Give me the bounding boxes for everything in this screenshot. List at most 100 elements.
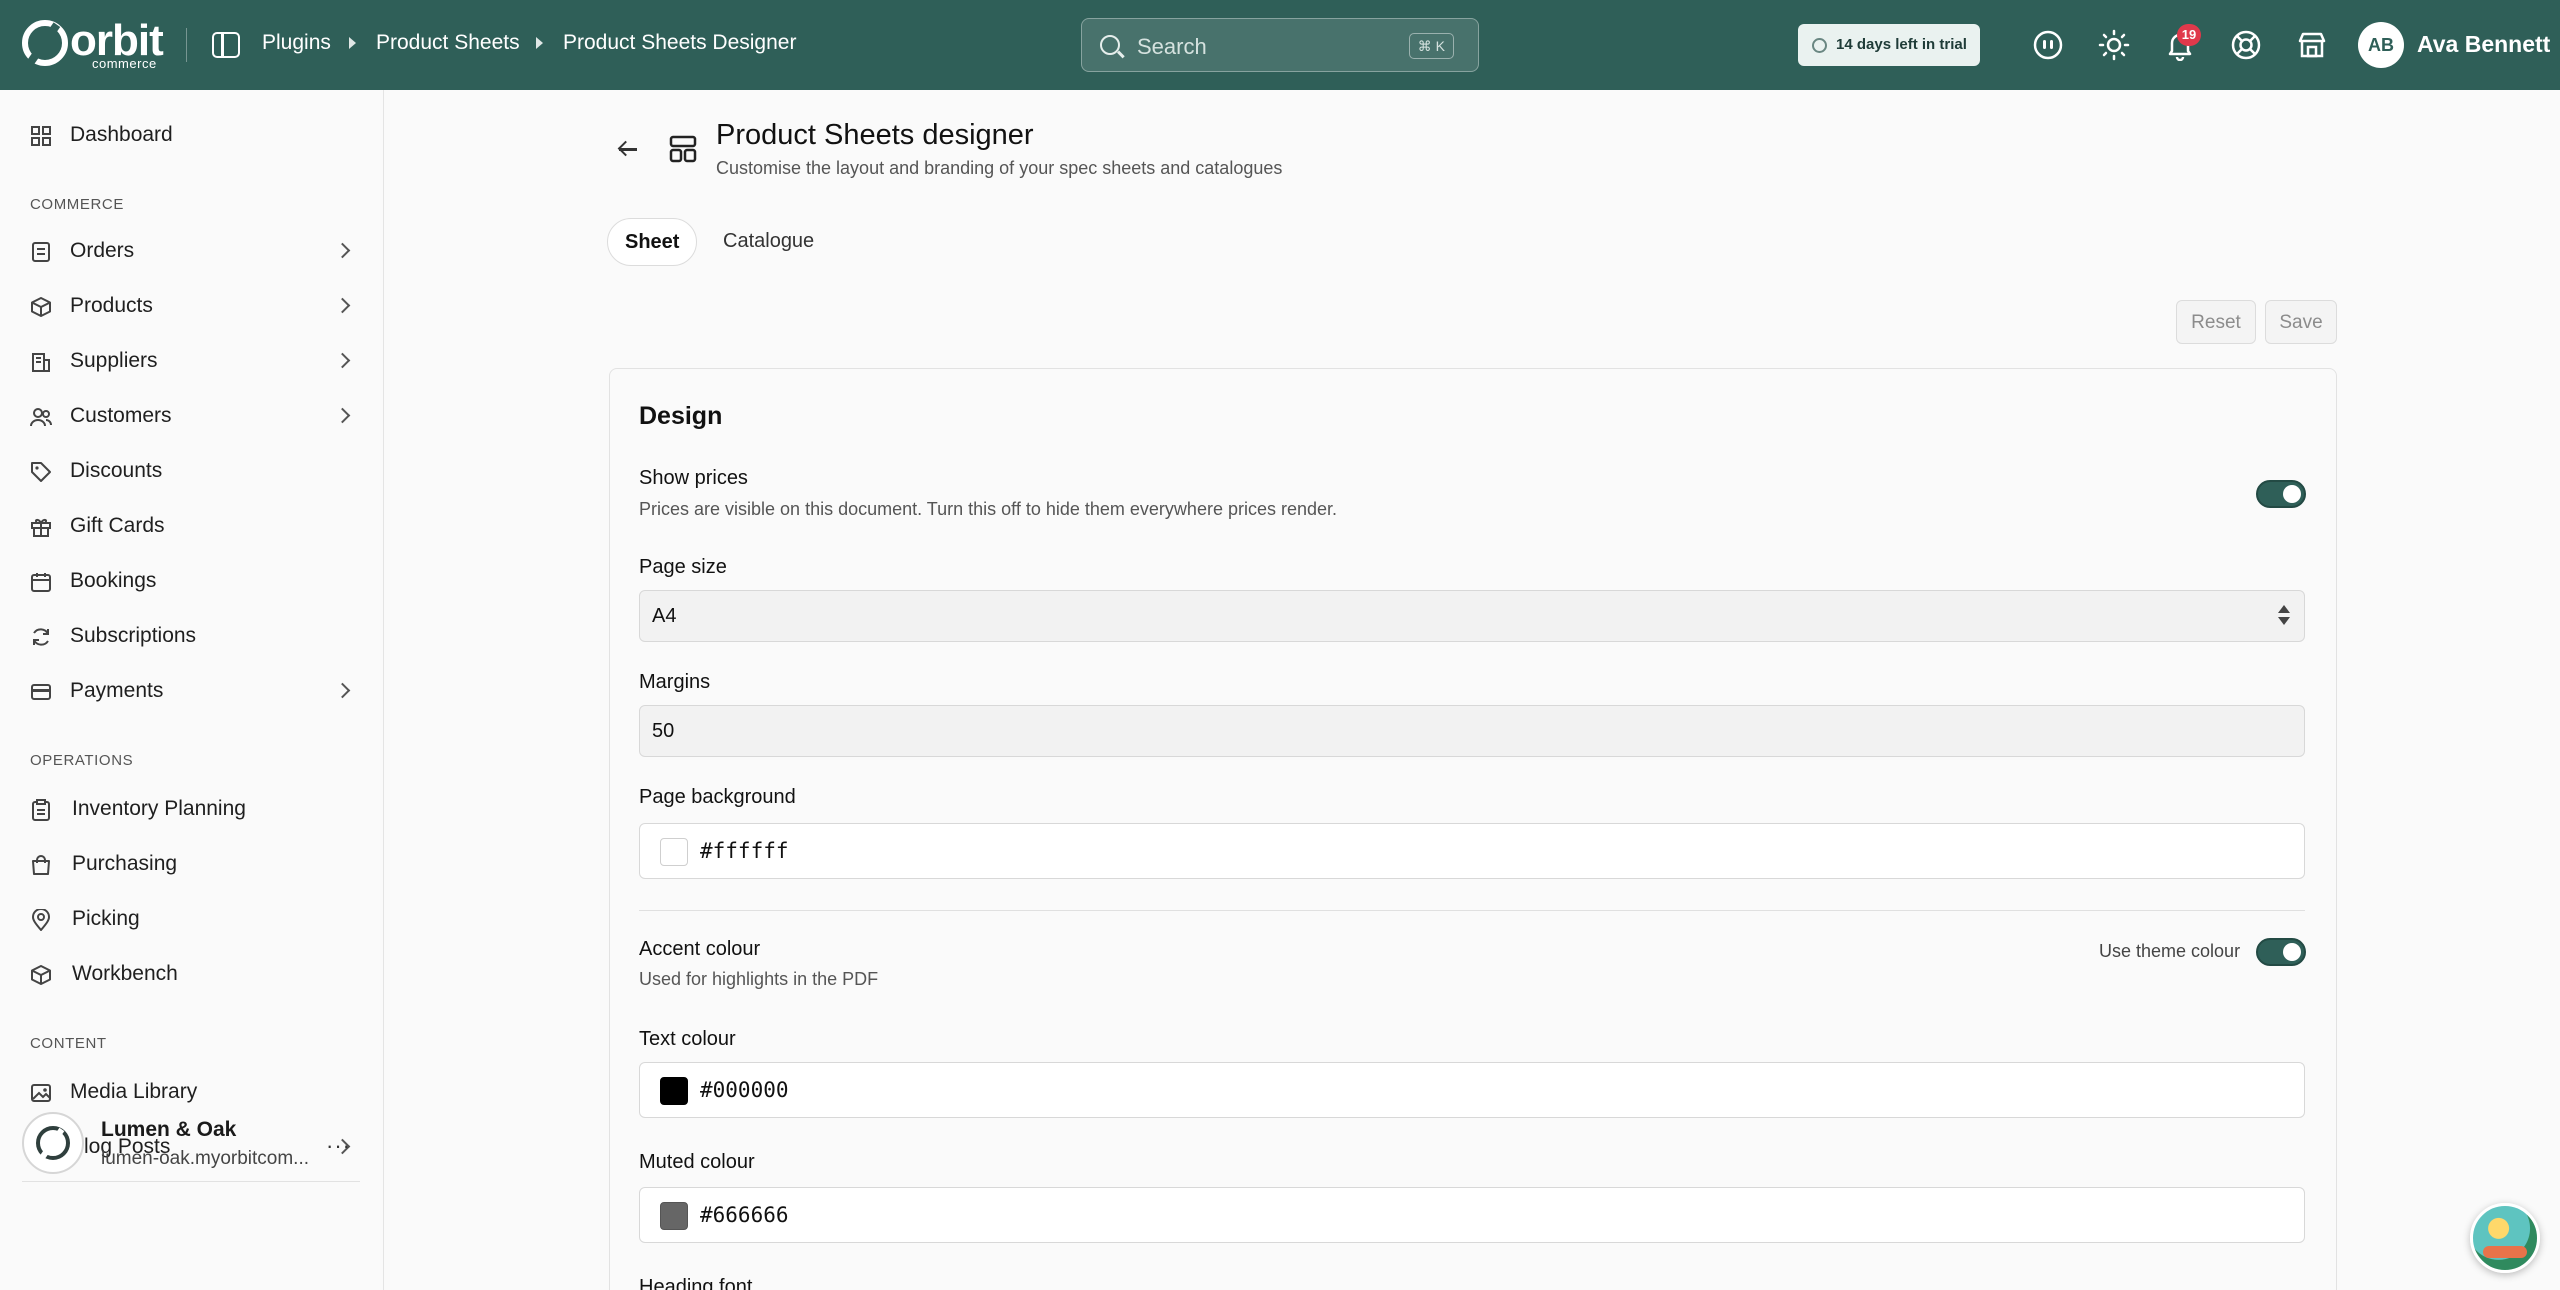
sidebar-item-label: Workbench <box>72 962 178 985</box>
orders-icon <box>30 241 52 263</box>
page-background-color-field[interactable]: #ffffff <box>639 823 2305 879</box>
layout-template-icon <box>668 134 698 164</box>
sidebar-item-discounts[interactable]: Discounts <box>0 446 384 498</box>
show-prices-label: Show prices <box>639 467 748 489</box>
tab-catalogue[interactable]: Catalogue <box>706 218 831 266</box>
sidebar-item-label: Bookings <box>70 569 157 592</box>
back-arrow-icon[interactable] <box>617 140 643 160</box>
store-name[interactable]: Lumen & Oak <box>101 1118 236 1142</box>
top-bar: orbit commerce Plugins Product Sheets Pr… <box>0 0 2560 90</box>
avatar[interactable]: AB <box>2358 22 2404 68</box>
image-icon <box>30 1082 52 1104</box>
breadcrumb-separator-icon <box>349 37 356 49</box>
color-swatch[interactable] <box>660 1202 688 1230</box>
page-size-select[interactable]: A4 <box>639 590 2305 642</box>
gift-icon <box>30 516 52 538</box>
logo-subword: commerce <box>92 56 157 71</box>
tag-icon <box>30 461 52 483</box>
sidebar-item-bookings[interactable]: Bookings <box>0 556 384 608</box>
refresh-icon <box>30 626 52 648</box>
margins-value: 50 <box>652 720 675 742</box>
store-more-icon[interactable]: ··· <box>326 1133 351 1159</box>
sidebar-item-label: Subscriptions <box>70 624 197 647</box>
search-placeholder: Search <box>1137 34 1207 59</box>
notification-count-badge: 19 <box>2177 24 2201 46</box>
sidebar-toggle-icon[interactable] <box>212 32 240 58</box>
sidebar-item-purchasing[interactable]: Purchasing <box>0 839 384 891</box>
assistant-launcher-button[interactable] <box>2470 1203 2540 1273</box>
reset-button[interactable]: Reset <box>2176 300 2256 344</box>
calendar-icon <box>30 571 52 593</box>
margins-input[interactable]: 50 <box>639 705 2305 757</box>
page-size-value: A4 <box>652 605 677 627</box>
sidebar-item-label: Inventory Planning <box>72 797 246 820</box>
color-swatch[interactable] <box>660 1077 688 1105</box>
use-theme-colour-label: Use theme colour <box>2099 941 2241 961</box>
trial-badge[interactable]: 14 days left in trial <box>1798 24 1980 66</box>
divider <box>639 910 2305 911</box>
storefront-icon[interactable] <box>2296 29 2328 61</box>
sidebar-item-dashboard[interactable]: Dashboard <box>0 110 384 162</box>
breadcrumb-current: Product Sheets Designer <box>563 31 797 54</box>
sidebar-item-suppliers[interactable]: Suppliers <box>0 336 384 388</box>
sidebar-item-label: Products <box>70 294 153 317</box>
orbit-commerce-logo[interactable]: orbit commerce <box>22 16 172 72</box>
sidebar-item-picking[interactable]: Picking <box>0 894 384 946</box>
breadcrumb-plugins[interactable]: Plugins <box>262 31 331 55</box>
breadcrumb-product-sheets[interactable]: Product Sheets <box>376 31 520 55</box>
save-button[interactable]: Save <box>2265 300 2337 344</box>
search-icon <box>1100 35 1120 55</box>
show-prices-toggle[interactable] <box>2256 480 2306 508</box>
muted-colour-field[interactable]: #666666 <box>639 1187 2305 1243</box>
chevron-right-icon <box>334 407 351 424</box>
page-background-hex: #ffffff <box>700 839 789 863</box>
sidebar-item-label: Media Library <box>70 1080 198 1103</box>
sidebar-item-subscriptions[interactable]: Subscriptions <box>0 611 384 663</box>
chevron-right-icon <box>334 297 351 314</box>
page-size-label: Page size <box>639 556 727 578</box>
sidebar-item-orders[interactable]: Orders <box>0 226 384 278</box>
chevron-right-icon <box>334 242 351 259</box>
topbar-divider <box>186 28 187 62</box>
margins-label: Margins <box>639 671 711 693</box>
sidebar-item-products[interactable]: Products <box>0 281 384 333</box>
sidebar-item-gift-cards[interactable]: Gift Cards <box>0 501 384 553</box>
section-title-commerce: COMMERCE <box>30 196 124 213</box>
box-icon <box>30 296 52 318</box>
orbit-logo-mark <box>22 20 68 66</box>
user-name[interactable]: Ava Bennett <box>2417 31 2550 58</box>
color-swatch[interactable] <box>660 838 688 866</box>
sidebar-item-label: Suppliers <box>70 349 158 372</box>
store-avatar[interactable] <box>22 1112 84 1174</box>
tab-sheet[interactable]: Sheet <box>607 218 698 266</box>
breadcrumb-separator-icon <box>536 37 543 49</box>
sun-icon[interactable] <box>2098 29 2130 61</box>
muted-colour-label: Muted colour <box>639 1151 755 1173</box>
sidebar-item-label: Dashboard <box>70 123 173 146</box>
design-section-title: Design <box>639 402 723 430</box>
heading-font-label: Heading font <box>639 1276 753 1290</box>
sidebar-item-payments[interactable]: Payments <box>0 666 384 718</box>
sidebar-item-label: Purchasing <box>72 852 178 875</box>
sidebar-item-inventory-planning[interactable]: Inventory Planning <box>0 784 384 836</box>
help-lifebuoy-icon[interactable] <box>2230 29 2262 61</box>
page-background-label: Page background <box>639 786 796 808</box>
text-colour-hex: #000000 <box>700 1078 789 1102</box>
discord-icon[interactable] <box>2032 29 2064 61</box>
shopping-bag-icon <box>30 854 52 876</box>
cube-icon <box>30 964 52 986</box>
section-title-content: CONTENT <box>30 1035 107 1052</box>
sidebar-item-label: Gift Cards <box>70 514 165 537</box>
sidebar-item-media-library[interactable]: Media Library <box>0 1067 384 1119</box>
search-input[interactable]: Search ⌘ K <box>1081 18 1479 72</box>
text-colour-label: Text colour <box>639 1028 736 1050</box>
sidebar-item-customers[interactable]: Customers <box>0 391 384 443</box>
accent-colour-label: Accent colour <box>639 938 761 960</box>
text-colour-field[interactable]: #000000 <box>639 1062 2305 1118</box>
store-url: lumen-oak.myorbitcom... <box>101 1148 310 1169</box>
accent-colour-help: Used for highlights in the PDF <box>639 969 879 989</box>
muted-colour-hex: #666666 <box>700 1203 789 1227</box>
use-theme-colour-toggle[interactable] <box>2256 938 2306 966</box>
select-arrows-icon <box>2278 605 2290 627</box>
sidebar-item-workbench[interactable]: Workbench <box>0 949 384 1001</box>
